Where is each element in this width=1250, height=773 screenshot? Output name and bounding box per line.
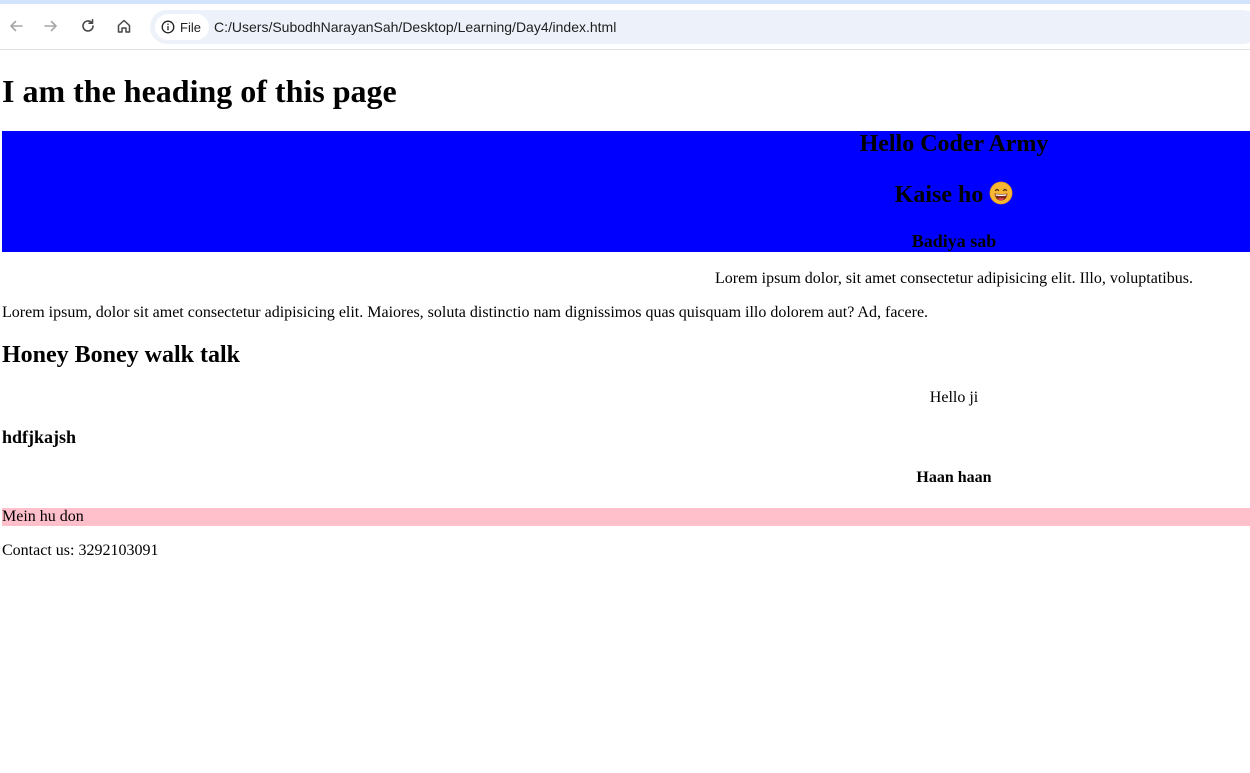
reload-icon <box>82 19 94 32</box>
forward-button[interactable] <box>37 12 65 40</box>
address-bar[interactable]: File C:/Users/SubodhNarayanSah/Desktop/L… <box>150 10 1250 44</box>
home-button[interactable] <box>110 12 138 40</box>
haan-text: Haan haan <box>916 469 992 486</box>
subtitle-text: Kaise ho <box>894 182 984 208</box>
contact-line: Contact us: 3292103091 <box>2 542 159 559</box>
site-info-chip[interactable]: File <box>155 14 209 40</box>
blue-section-subtitle: Kaise ho <box>654 181 1250 209</box>
site-chip-label: File <box>180 19 201 35</box>
reload-button[interactable] <box>74 12 102 40</box>
url-text[interactable]: C:/Users/SubodhNarayanSah/Desktop/Learni… <box>214 19 616 35</box>
blue-section-title: Hello Coder Army <box>859 131 1049 157</box>
pink-bar: Mein hu don <box>2 508 1250 526</box>
blue-section-tagline: Badiya sab <box>911 231 997 251</box>
page-heading: I am the heading of this page <box>2 73 397 109</box>
back-button[interactable] <box>2 12 30 40</box>
home-icon <box>117 19 131 33</box>
grinning-face-emoji-icon <box>989 181 1013 205</box>
lorem-paragraph: Lorem ipsum, dolor sit amet consectetur … <box>2 304 929 321</box>
forward-icon <box>44 20 57 32</box>
honey-heading: Honey Boney walk talk <box>2 342 241 368</box>
hdf-heading: hdfjkajsh <box>2 427 77 447</box>
lorem-paragraph-right: Lorem ipsum dolor, sit amet consectetur … <box>715 270 1193 287</box>
info-icon <box>161 20 175 34</box>
browser-toolbar: File C:/Users/SubodhNarayanSah/Desktop/L… <box>0 4 1250 50</box>
back-icon <box>10 20 23 32</box>
hello-text: Hello ji <box>929 389 979 406</box>
